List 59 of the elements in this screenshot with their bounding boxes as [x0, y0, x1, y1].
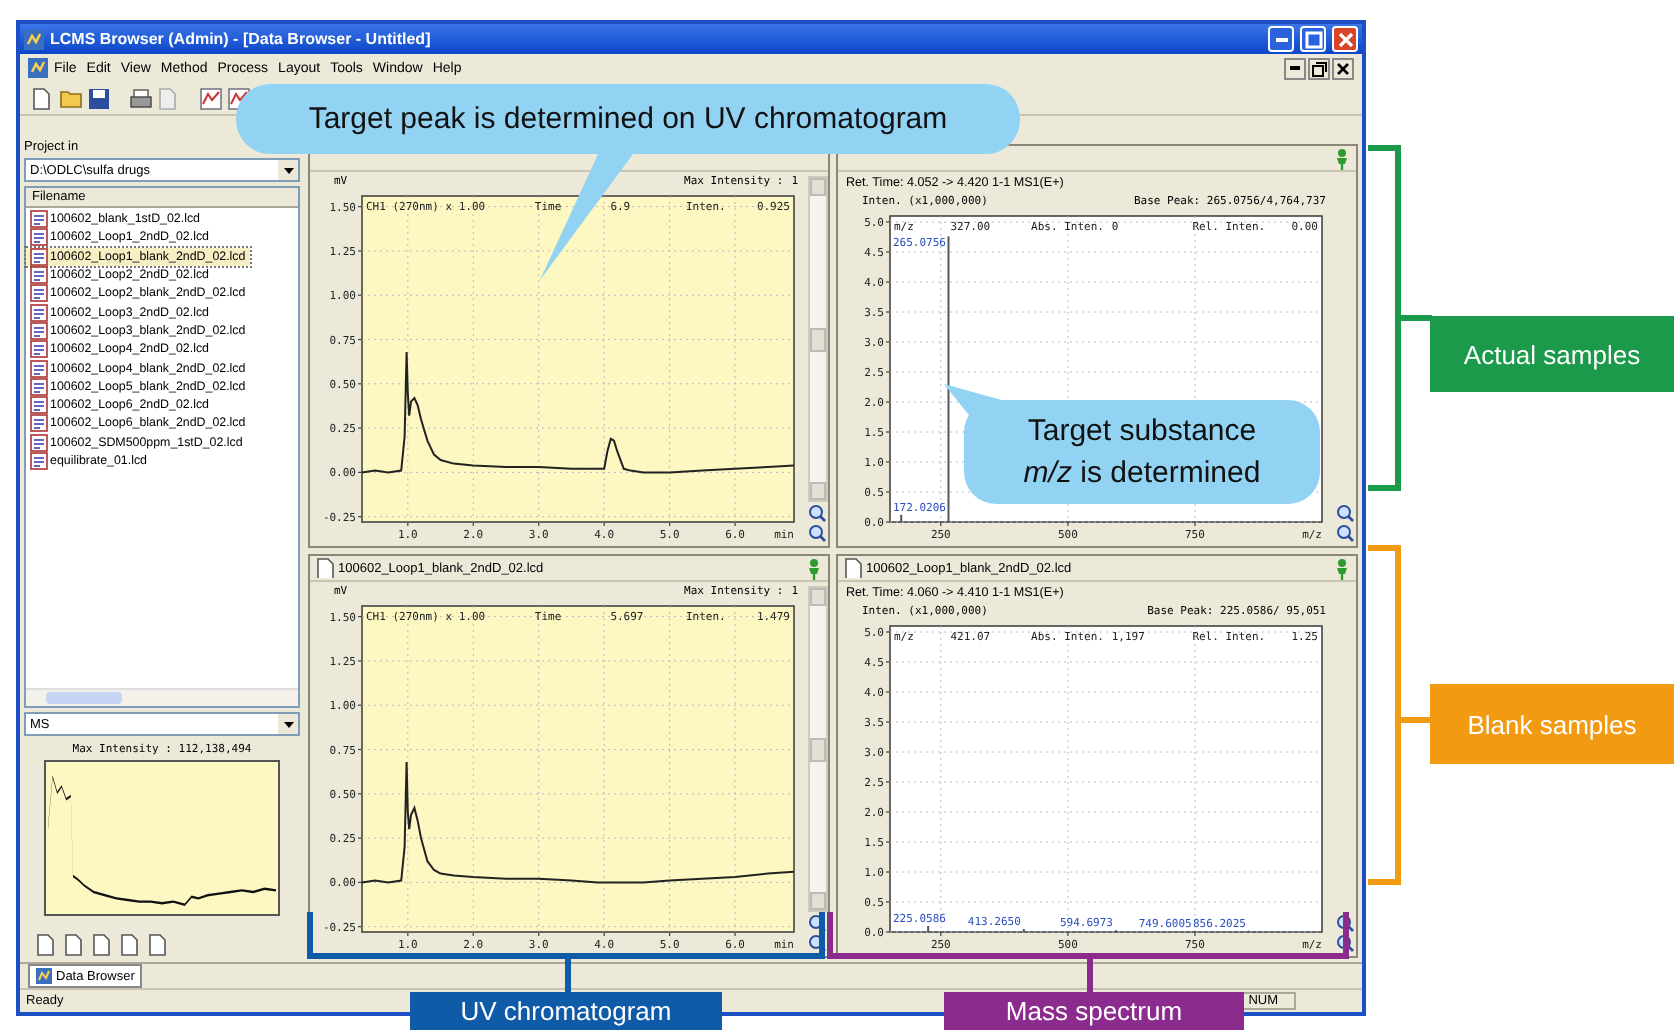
- document-icon[interactable]: [64, 934, 86, 956]
- app-icon: [24, 29, 44, 49]
- file-icon: [30, 340, 48, 359]
- document-icon[interactable]: [316, 558, 334, 578]
- close-icon: [1334, 59, 1352, 77]
- maximize-icon: [1301, 27, 1325, 51]
- file-icon: [30, 359, 48, 378]
- document-icon[interactable]: [148, 934, 170, 956]
- restore-button[interactable]: [1308, 57, 1330, 79]
- magnifier-icon[interactable]: [1336, 504, 1354, 522]
- app-icon: [36, 968, 52, 984]
- vertical-scrollbar[interactable]: [807, 586, 827, 912]
- file-icon: [30, 433, 48, 452]
- pin-icon[interactable]: [806, 557, 822, 579]
- pin-icon[interactable]: [1334, 147, 1350, 169]
- callout-text: Target peak is determined on UV chromatogram: [308, 100, 948, 140]
- document-icon[interactable]: [844, 558, 862, 578]
- file-icon: [30, 303, 48, 322]
- chart-icon[interactable]: [200, 87, 222, 109]
- file-icon: [30, 228, 48, 247]
- caret-icon: [281, 163, 295, 177]
- close-icon: [1333, 27, 1357, 51]
- magnifier-icon[interactable]: [808, 524, 826, 542]
- minimize-button[interactable]: [1284, 57, 1306, 79]
- file-icon: [30, 321, 48, 340]
- app-icon[interactable]: [28, 58, 48, 78]
- restore-icon: [1310, 59, 1328, 77]
- pin-icon[interactable]: [1334, 557, 1350, 579]
- document-icon[interactable]: [36, 934, 58, 956]
- file-icon: [30, 247, 48, 266]
- magnifier-icon[interactable]: [808, 504, 826, 522]
- magnifier-icon[interactable]: [1336, 914, 1354, 932]
- minimize-icon: [1275, 37, 1287, 41]
- file-icon: [30, 396, 48, 415]
- annotation-label: Mass spectrum: [944, 992, 1244, 1030]
- close-button[interactable]: [1332, 57, 1354, 79]
- new-file-icon[interactable]: [32, 87, 54, 109]
- file-icon: [30, 414, 48, 433]
- file-icon: [30, 452, 48, 470]
- file-icon: [30, 284, 48, 303]
- horizontal-scrollbar[interactable]: [26, 688, 298, 706]
- file-icon: [30, 266, 48, 285]
- caret-icon: [281, 717, 295, 731]
- save-icon[interactable]: [88, 87, 110, 109]
- window-title: LCMS Browser (Admin) - [Data Browser - Untitled]: [50, 30, 433, 48]
- document-icon[interactable]: [120, 934, 142, 956]
- magnifier-icon[interactable]: [1336, 934, 1354, 952]
- callout-text: Target substance m/z is determined: [1023, 412, 1261, 494]
- file-icon: [30, 377, 48, 396]
- annotation-label: UV chromatogram: [410, 992, 722, 1030]
- annotation-label: Actual samples: [1430, 316, 1674, 392]
- file-icon: [30, 210, 48, 229]
- printer-icon[interactable]: [130, 87, 152, 109]
- maximize-button[interactable]: [1300, 26, 1326, 52]
- magnifier-icon[interactable]: [1336, 524, 1354, 542]
- minimize-icon: [1290, 66, 1300, 70]
- document-icon[interactable]: [92, 934, 114, 956]
- vertical-scrollbar[interactable]: [807, 176, 827, 502]
- annotation-label: Blank samples: [1430, 684, 1674, 764]
